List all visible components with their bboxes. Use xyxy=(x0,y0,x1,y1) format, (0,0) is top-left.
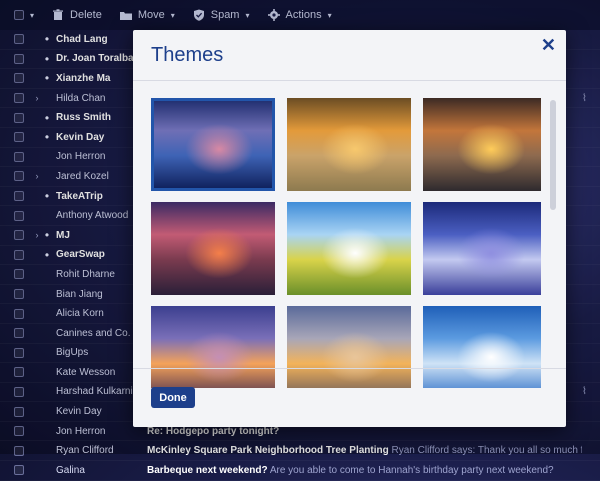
done-button[interactable]: Done xyxy=(151,387,195,408)
theme-thumbnail-icy-lake[interactable] xyxy=(423,202,541,295)
email-subject: Barbeque next weekend? xyxy=(147,464,268,476)
close-icon[interactable]: ✕ xyxy=(541,35,556,56)
theme-thumbnail-yellow-field[interactable] xyxy=(287,202,411,295)
themes-dialog: Themes ✕ Done xyxy=(133,30,566,427)
scrollbar[interactable] xyxy=(550,100,556,210)
email-preview: Are you able to come to Hannah's birthda… xyxy=(269,464,554,476)
dialog-title: Themes xyxy=(151,44,224,66)
theme-thumbnail-beach-sunset[interactable] xyxy=(423,98,541,191)
email-sender: Galina xyxy=(56,464,85,476)
email-subject-line: Barbeque next weekend? Are you able to c… xyxy=(147,465,582,476)
email-row[interactable]: Galina Barbeque next weekend? Are you abl… xyxy=(0,461,600,481)
theme-thumbnail-golden-fog[interactable] xyxy=(287,98,411,191)
email-checkbox[interactable] xyxy=(14,465,24,476)
theme-grid xyxy=(151,98,541,388)
dialog-footer: Done xyxy=(133,368,566,427)
theme-thumbnail-crimson-shore[interactable] xyxy=(151,202,275,295)
dialog-header: Themes ✕ xyxy=(133,30,566,81)
theme-thumbnail-pier-twilight[interactable] xyxy=(151,98,275,191)
